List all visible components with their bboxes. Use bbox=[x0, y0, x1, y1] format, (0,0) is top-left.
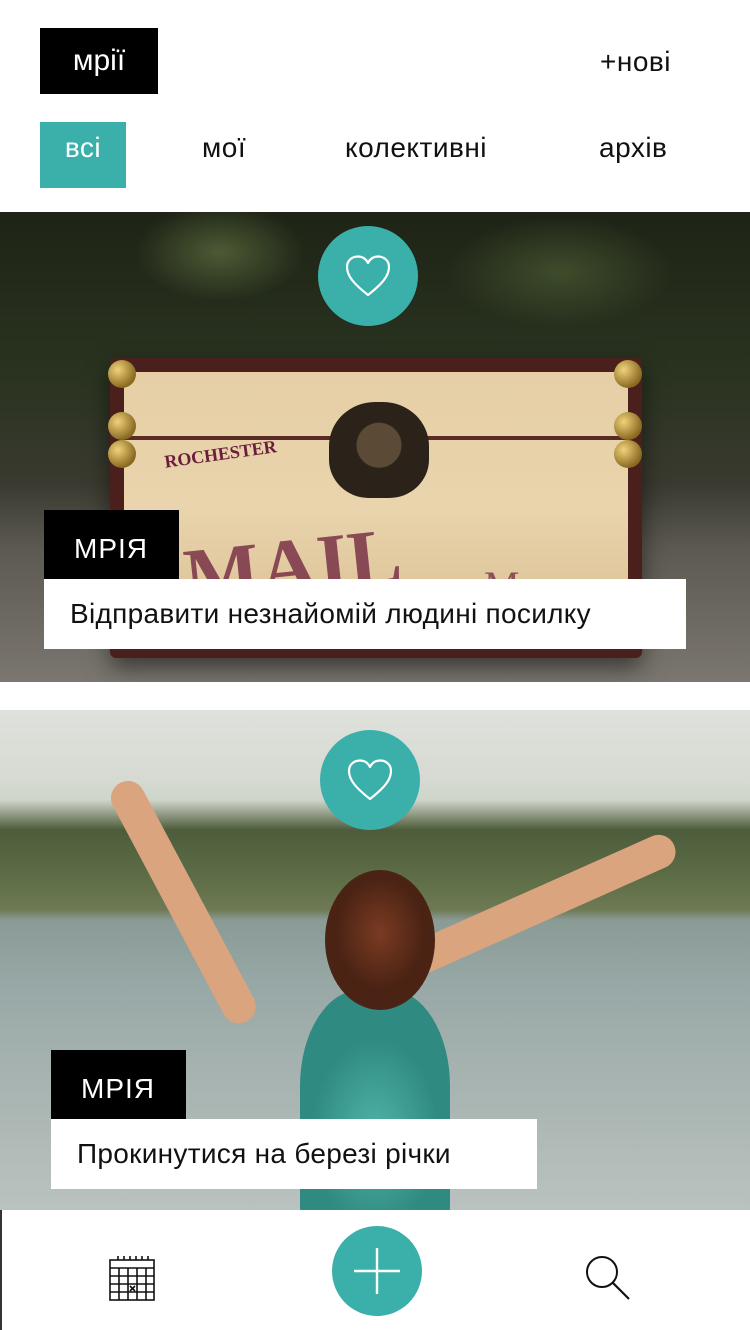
dream-tag: МРІЯ bbox=[44, 510, 179, 580]
dream-title: Відправити незнайомій людині посилку bbox=[44, 579, 686, 649]
like-button[interactable] bbox=[320, 730, 420, 830]
tab-all[interactable]: всі bbox=[40, 122, 126, 188]
tab-archive[interactable]: архів bbox=[599, 122, 667, 188]
suitcase-stamp-text: ROCHESTER bbox=[163, 436, 278, 472]
add-button[interactable] bbox=[332, 1226, 422, 1316]
calendar-icon bbox=[109, 1256, 155, 1301]
filter-tabs: всі мої колективні архів bbox=[0, 122, 750, 188]
search-button[interactable] bbox=[582, 1252, 634, 1304]
search-icon bbox=[586, 1256, 630, 1300]
app-header: мрії +нові всі мої колективні архів bbox=[0, 0, 750, 212]
heart-icon bbox=[345, 255, 391, 297]
plus-icon bbox=[354, 1248, 400, 1294]
dream-card[interactable]: ROCHESTER MAIL Marc МРІЯ Відправити незн… bbox=[0, 212, 750, 682]
bottom-nav bbox=[0, 1210, 750, 1330]
dream-title: Прокинутися на березі річки bbox=[51, 1119, 537, 1189]
tab-mine[interactable]: мої bbox=[202, 122, 246, 188]
dream-tag: МРІЯ bbox=[51, 1050, 186, 1120]
app-logo[interactable]: мрії bbox=[40, 28, 158, 94]
tab-collective[interactable]: колективні bbox=[345, 122, 487, 188]
dream-card[interactable]: МРІЯ Прокинутися на березі річки bbox=[0, 710, 750, 1210]
calendar-button[interactable] bbox=[106, 1252, 158, 1304]
suitcase-lock bbox=[329, 402, 429, 498]
new-dream-button[interactable]: +нові bbox=[600, 40, 671, 84]
heart-icon bbox=[347, 759, 393, 801]
like-button[interactable] bbox=[318, 226, 418, 326]
